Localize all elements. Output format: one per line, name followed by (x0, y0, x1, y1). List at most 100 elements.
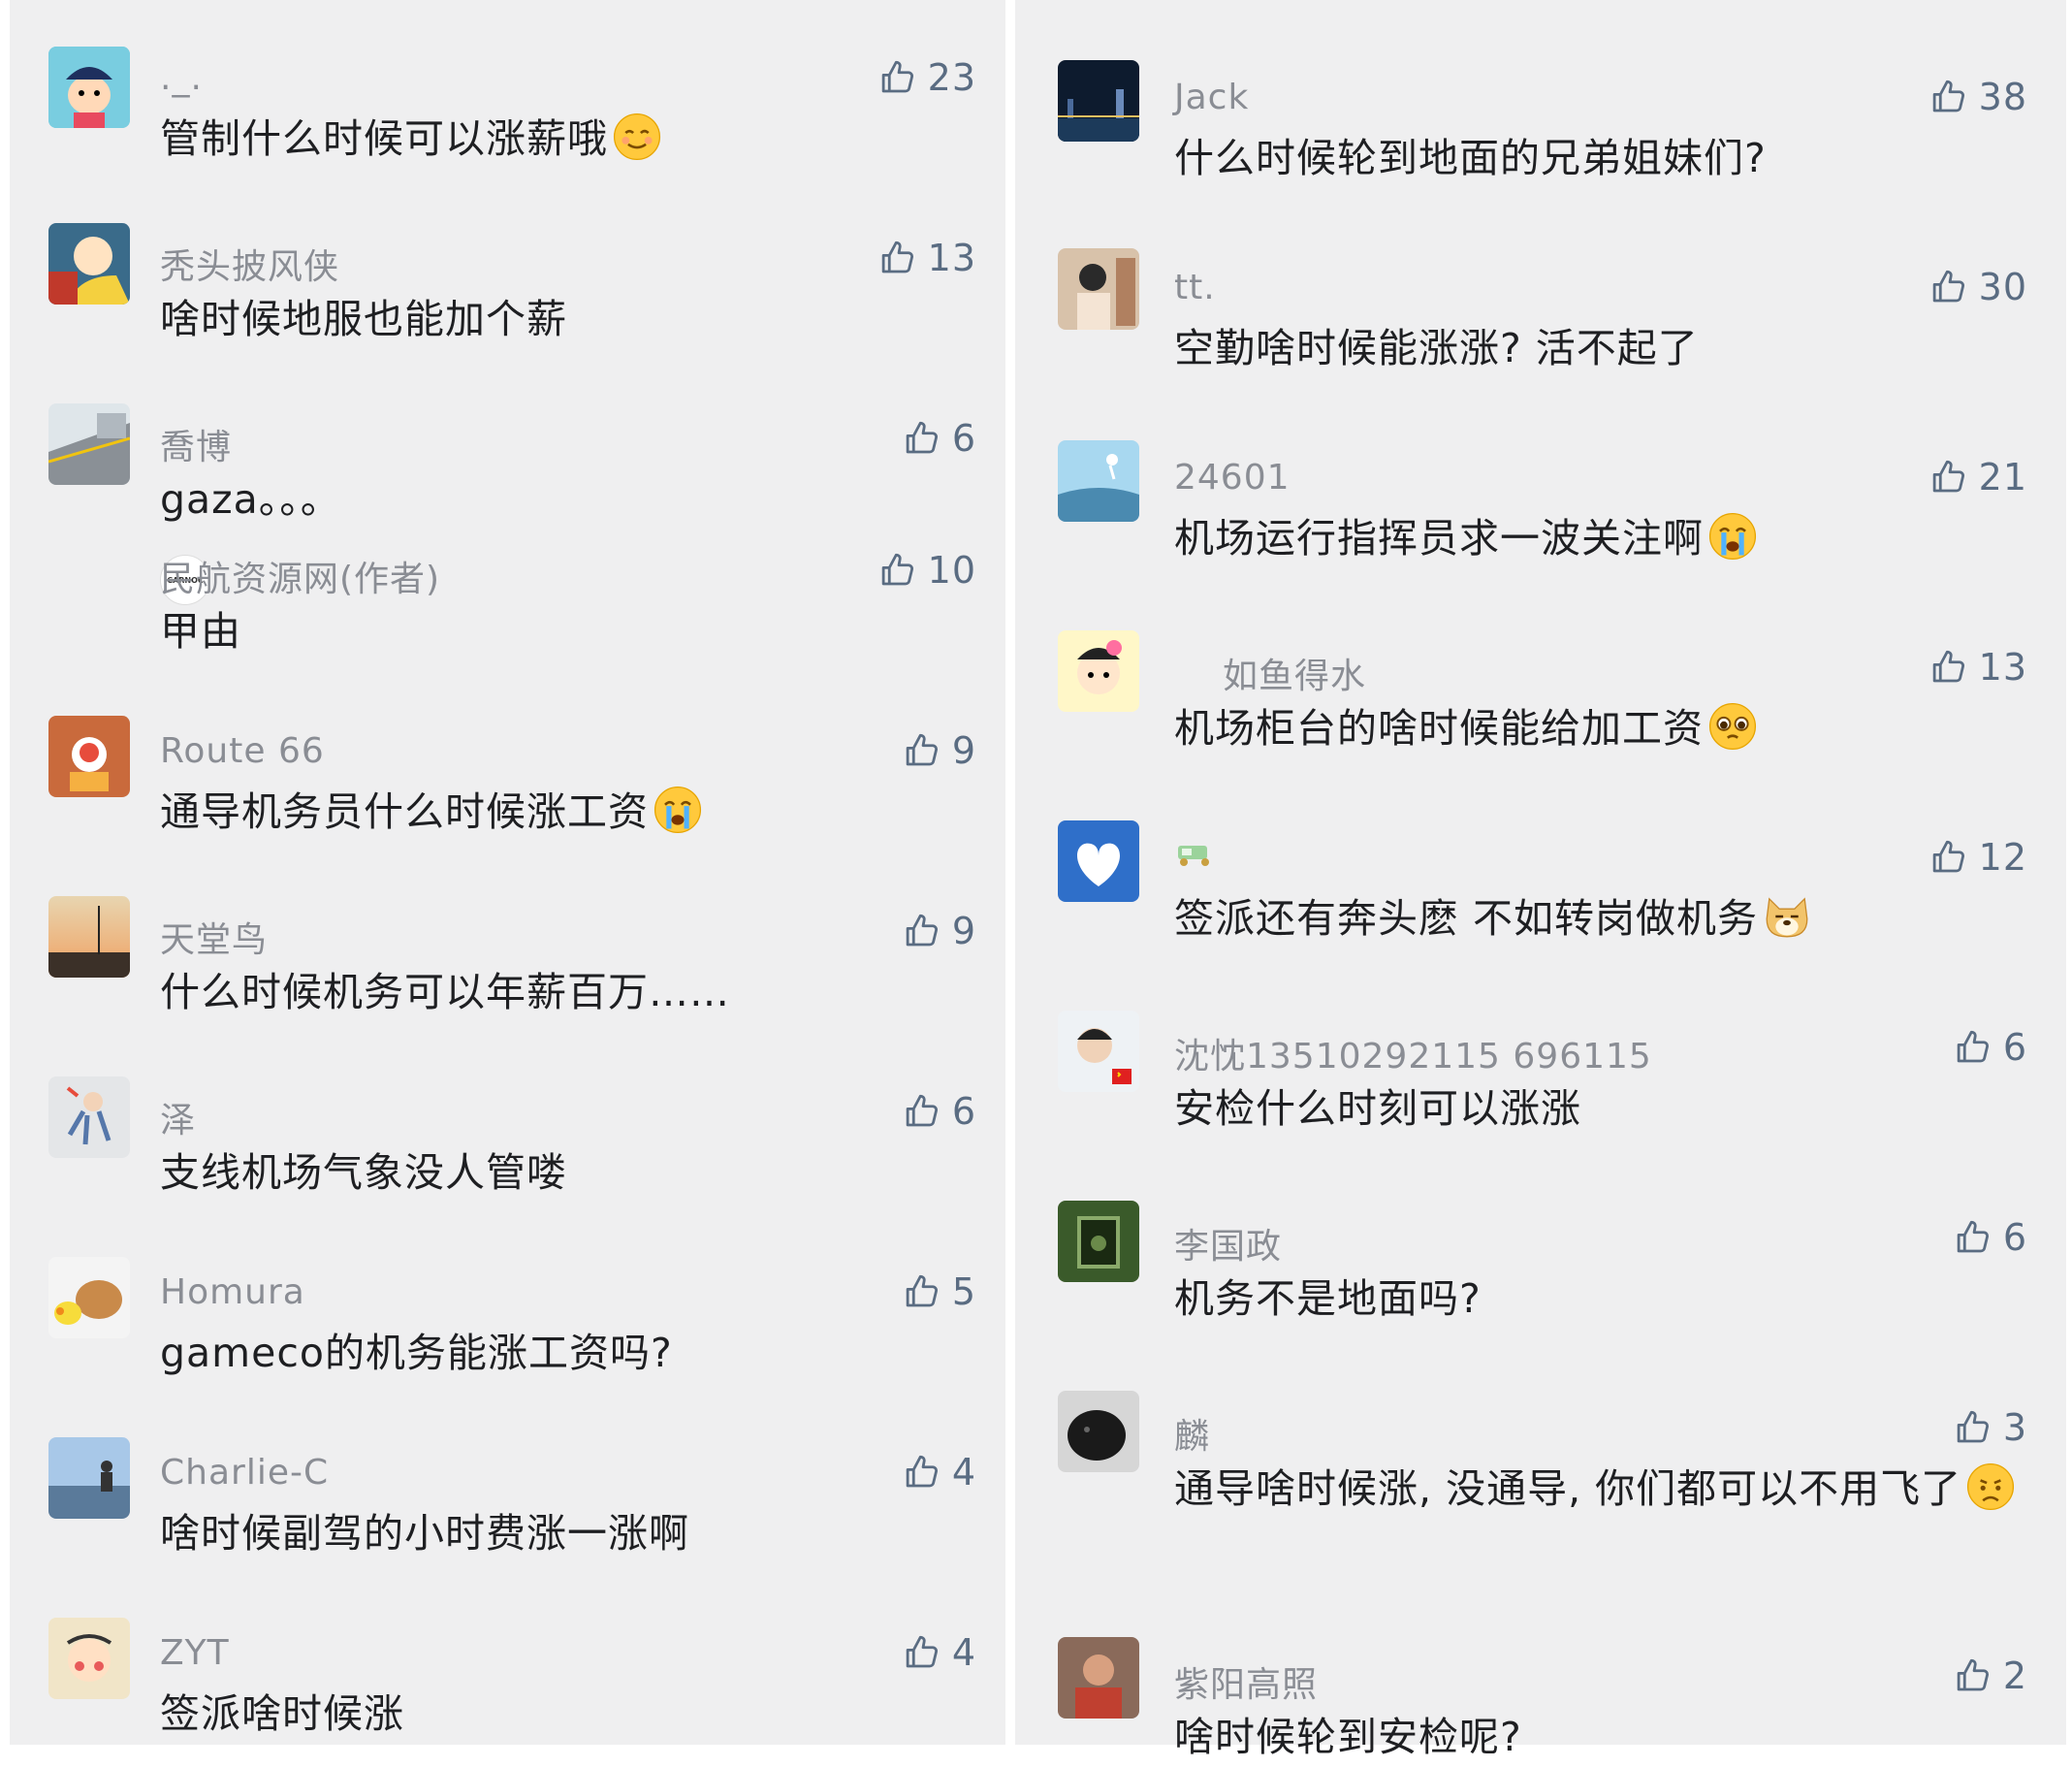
doge-emoji (1762, 891, 1812, 942)
comment-author[interactable]: Homura (160, 1272, 305, 1312)
like-button[interactable]: 13 (877, 229, 976, 287)
like-button[interactable]: 23 (877, 48, 976, 107)
comment-text: 签派啥时候涨 (160, 1690, 404, 1737)
like-button[interactable]: 9 (902, 902, 976, 960)
avatar[interactable] (1058, 630, 1139, 712)
comment-author[interactable]: Route 66 (160, 731, 325, 771)
avatar[interactable] (1058, 1637, 1139, 1719)
like-button[interactable]: 13 (1929, 638, 2027, 696)
thumbs-up-icon (1953, 1655, 1993, 1697)
like-count: 6 (951, 1090, 976, 1133)
avatar[interactable] (48, 223, 130, 305)
avatar[interactable] (48, 1257, 130, 1338)
comment-text: 什么时候轮到地面的兄弟姐妹们? (1174, 135, 1767, 181)
comment-text: 通导机务员什么时候涨工资 (160, 782, 703, 842)
like-button[interactable]: 30 (1929, 258, 2027, 316)
comment-author[interactable]: 泽 (160, 1092, 196, 1142)
comment-text: 机场柜台的啥时候能给加工资 (1174, 698, 1758, 758)
avatar[interactable] (48, 403, 130, 485)
like-button[interactable]: 6 (1953, 1018, 2027, 1076)
avatar[interactable] (48, 896, 130, 978)
comment-author[interactable]: 24601 (1174, 458, 1291, 498)
like-count: 12 (1978, 836, 2027, 879)
avatar[interactable] (1058, 1011, 1139, 1092)
comment-text: 管制什么时候可以涨薪哦 (160, 109, 662, 169)
avatar[interactable] (48, 716, 130, 797)
comment-text: 通导啥时候涨, 没通导, 你们都可以不用飞了 (1174, 1459, 2027, 1519)
comment-text: 啥时候轮到安检呢? (1174, 1714, 1522, 1760)
like-count: 5 (951, 1270, 976, 1313)
like-button[interactable]: 4 (902, 1443, 976, 1501)
comment-author[interactable]: 麟 (1174, 1408, 1210, 1459)
crying-emoji (653, 785, 703, 835)
avatar[interactable] (1058, 1201, 1139, 1282)
like-count: 30 (1978, 266, 2027, 308)
comment-text: 什么时候机务可以年薪百万…… (160, 969, 730, 1015)
thumbs-up-icon (1953, 1216, 1993, 1259)
thumbs-up-icon (1953, 1026, 1993, 1069)
smile-tear-emoji (612, 112, 662, 162)
like-button[interactable]: 21 (1929, 448, 2027, 506)
like-count: 9 (951, 729, 976, 772)
comment-author[interactable]: 秃头披风侠 (160, 239, 339, 289)
like-count: 10 (927, 549, 976, 592)
comment-author[interactable]: tt. (1174, 268, 1216, 307)
like-count: 3 (2002, 1406, 2027, 1449)
avatar[interactable] (1058, 248, 1139, 330)
avatar[interactable] (1058, 820, 1139, 902)
comment-author[interactable] (1174, 838, 1217, 878)
comment-author[interactable]: 如鱼得水 (1174, 648, 1366, 698)
thumbs-up-icon (902, 1631, 942, 1674)
comment-author[interactable]: 喬博 (160, 419, 232, 469)
reply-author[interactable]: 民航资源网(作者) (160, 551, 440, 601)
like-button[interactable]: 4 (902, 1623, 976, 1682)
thumbs-up-icon (877, 56, 918, 99)
like-button[interactable]: 3 (1953, 1398, 2027, 1457)
comment-author[interactable]: 天堂鸟 (160, 912, 268, 962)
avatar[interactable] (48, 1437, 130, 1519)
comment-text: 机务不是地面吗? (1174, 1275, 1482, 1322)
comment-text: 支线机场气象没人管喽 (160, 1149, 567, 1196)
thumbs-up-icon (1929, 456, 1969, 498)
avatar[interactable] (1058, 1391, 1139, 1472)
sad-emoji (1965, 1462, 2016, 1512)
comment-text: 啥时候地服也能加个薪 (160, 296, 567, 342)
comment-author[interactable]: Charlie-C (160, 1453, 329, 1493)
like-button[interactable]: 10 (877, 541, 976, 599)
like-count: 6 (951, 417, 976, 460)
like-button[interactable]: 6 (902, 409, 976, 467)
thumbs-up-icon (902, 1090, 942, 1133)
comment-panel-left: ._. 管制什么时候可以涨薪哦 23 秃头披风侠 啥时候地服也能加个薪 13 喬… (10, 0, 1005, 1745)
avatar[interactable] (48, 47, 130, 128)
thumbs-up-icon (877, 237, 918, 279)
thumbs-up-icon (902, 1451, 942, 1494)
comment-author[interactable]: 李国政 (1174, 1218, 1282, 1269)
comment-author[interactable]: 紫阳高照 (1174, 1656, 1318, 1707)
thumbs-up-icon (902, 1270, 942, 1313)
thumbs-up-icon (902, 729, 942, 772)
avatar[interactable] (1058, 60, 1139, 142)
comment-author[interactable]: 沈忱13510292115 696115 (1174, 1028, 1652, 1078)
comment-text: 签派还有奔头麽 不如转岗做机务 (1174, 888, 1812, 948)
comment-author[interactable]: Jack (1174, 78, 1249, 117)
comment-text: 啥时候副驾的小时费涨一涨啊 (160, 1510, 689, 1557)
like-button[interactable]: 6 (1953, 1208, 2027, 1267)
comment-panel-right: Jack 什么时候轮到地面的兄弟姐妹们? 38 tt. 空勤啥时候能涨涨? 活不… (1015, 0, 2066, 1760)
like-button[interactable]: 38 (1929, 68, 2027, 126)
thumbs-up-icon (1929, 266, 1969, 308)
comment-text: gaza。。。 (160, 476, 341, 523)
like-button[interactable]: 9 (902, 722, 976, 780)
avatar[interactable] (48, 1618, 130, 1699)
thumbs-up-icon (902, 910, 942, 952)
comment-text: gameco的机务能涨工资吗? (160, 1330, 673, 1376)
comment-author[interactable]: ZYT (160, 1633, 230, 1673)
like-count: 13 (927, 237, 976, 279)
avatar[interactable] (48, 1076, 130, 1158)
avatar[interactable] (1058, 440, 1139, 522)
like-button[interactable]: 5 (902, 1263, 976, 1321)
like-button[interactable]: 12 (1929, 828, 2027, 886)
comment-author[interactable]: ._. (160, 58, 203, 98)
like-button[interactable]: 6 (902, 1082, 976, 1141)
like-button[interactable]: 2 (1953, 1647, 2027, 1705)
like-count: 38 (1978, 76, 2027, 118)
